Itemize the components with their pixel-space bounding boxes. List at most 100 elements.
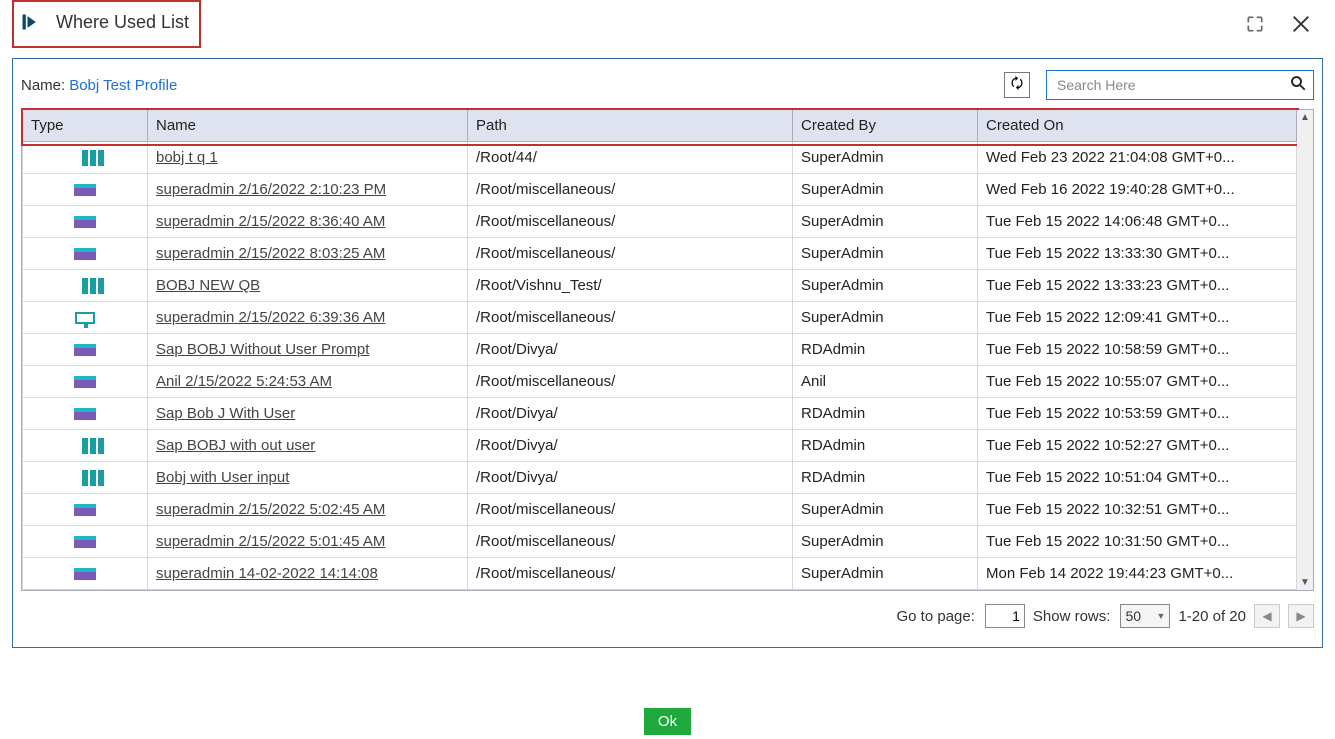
- type-icon: [74, 376, 96, 388]
- row-name-link[interactable]: Anil 2/15/2022 5:24:53 AM: [156, 373, 332, 390]
- col-created-by[interactable]: Created By: [793, 110, 978, 142]
- type-icon: [74, 568, 96, 580]
- goto-label: Go to page:: [897, 608, 975, 625]
- type-cell: [23, 142, 148, 174]
- showrows-label: Show rows:: [1033, 608, 1111, 625]
- type-cell: [23, 174, 148, 206]
- createdon-cell: Tue Feb 15 2022 10:55:07 GMT+0...: [978, 366, 1297, 398]
- refresh-button[interactable]: 🗘: [1004, 72, 1030, 98]
- table-row[interactable]: superadmin 2/15/2022 5:02:45 AM/Root/mis…: [23, 494, 1297, 526]
- type-cell: [23, 430, 148, 462]
- createdby-cell: SuperAdmin: [793, 494, 978, 526]
- path-cell: /Root/miscellaneous/: [468, 526, 793, 558]
- page-input[interactable]: [985, 604, 1025, 628]
- row-name-link[interactable]: Bobj with User input: [156, 469, 289, 486]
- maximize-button[interactable]: [1243, 12, 1267, 36]
- type-cell: [23, 398, 148, 430]
- scroll-up-icon[interactable]: ▲: [1300, 112, 1310, 123]
- col-type[interactable]: Type: [23, 110, 148, 142]
- next-page-button[interactable]: ▶: [1288, 604, 1314, 628]
- path-cell: /Root/Divya/: [468, 334, 793, 366]
- path-cell: /Root/Divya/: [468, 398, 793, 430]
- row-name-link[interactable]: Sap BOBJ Without User Prompt: [156, 341, 369, 358]
- table-row[interactable]: superadmin 2/15/2022 8:36:40 AM/Root/mis…: [23, 206, 1297, 238]
- prev-page-button[interactable]: ◀: [1254, 604, 1280, 628]
- createdon-cell: Tue Feb 15 2022 10:31:50 GMT+0...: [978, 526, 1297, 558]
- type-icon: [82, 278, 88, 294]
- createdon-cell: Tue Feb 15 2022 10:52:27 GMT+0...: [978, 430, 1297, 462]
- row-name-link[interactable]: bobj t q 1: [156, 149, 218, 166]
- body: Name: Bobj Test Profile 🗘 ▲ ▼: [12, 58, 1323, 648]
- name-cell: superadmin 2/15/2022 8:03:25 AM: [148, 238, 468, 270]
- col-created-on[interactable]: Created On: [978, 110, 1297, 142]
- path-cell: /Root/Divya/: [468, 430, 793, 462]
- type-cell: [23, 366, 148, 398]
- window-title: Where Used List: [56, 12, 189, 33]
- scrollbar[interactable]: ▲ ▼: [1297, 110, 1313, 590]
- table-row[interactable]: superadmin 2/15/2022 5:01:45 AM/Root/mis…: [23, 526, 1297, 558]
- path-cell: /Root/Divya/: [468, 462, 793, 494]
- row-name-link[interactable]: superadmin 2/15/2022 8:03:25 AM: [156, 245, 385, 262]
- row-name-link[interactable]: superadmin 14-02-2022 14:14:08: [156, 565, 378, 582]
- row-name-link[interactable]: superadmin 2/15/2022 5:02:45 AM: [156, 501, 385, 518]
- type-cell: [23, 238, 148, 270]
- search-icon[interactable]: [1289, 74, 1307, 97]
- table-row[interactable]: Sap Bob J With User/Root/Divya/RDAdminTu…: [23, 398, 1297, 430]
- path-cell: /Root/miscellaneous/: [468, 302, 793, 334]
- table: ▲ ▼ Type Name Path Created By Created On: [21, 109, 1314, 591]
- table-row[interactable]: superadmin 2/15/2022 6:39:36 AM/Root/mis…: [23, 302, 1297, 334]
- createdby-cell: SuperAdmin: [793, 526, 978, 558]
- createdby-cell: RDAdmin: [793, 398, 978, 430]
- profile-name[interactable]: Bobj Test Profile: [69, 77, 177, 94]
- type-cell: [23, 302, 148, 334]
- createdon-cell: Tue Feb 15 2022 14:06:48 GMT+0...: [978, 206, 1297, 238]
- createdby-cell: SuperAdmin: [793, 302, 978, 334]
- rows-value: 50: [1125, 608, 1141, 624]
- row-name-link[interactable]: superadmin 2/15/2022 8:36:40 AM: [156, 213, 385, 230]
- close-button[interactable]: [1289, 12, 1313, 36]
- scroll-down-icon[interactable]: ▼: [1300, 577, 1310, 588]
- row-name-link[interactable]: superadmin 2/15/2022 6:39:36 AM: [156, 309, 385, 326]
- row-name-link[interactable]: Sap Bob J With User: [156, 405, 295, 422]
- createdon-cell: Wed Feb 23 2022 21:04:08 GMT+0...: [978, 142, 1297, 174]
- titlebar: Where Used List: [0, 0, 1335, 48]
- row-name-link[interactable]: Sap BOBJ with out user: [156, 437, 315, 454]
- name-cell: Sap Bob J With User: [148, 398, 468, 430]
- window-controls: [1243, 12, 1323, 36]
- path-cell: /Root/miscellaneous/: [468, 238, 793, 270]
- type-icon: [74, 408, 96, 420]
- search-box[interactable]: [1046, 70, 1314, 100]
- search-input[interactable]: [1057, 77, 1289, 93]
- table-row[interactable]: Anil 2/15/2022 5:24:53 AM/Root/miscellan…: [23, 366, 1297, 398]
- row-name-link[interactable]: superadmin 2/16/2022 2:10:23 PM: [156, 181, 386, 198]
- row-name-link[interactable]: BOBJ NEW QB: [156, 277, 260, 294]
- table-row[interactable]: Sap BOBJ Without User Prompt/Root/Divya/…: [23, 334, 1297, 366]
- table-row[interactable]: superadmin 2/15/2022 8:03:25 AM/Root/mis…: [23, 238, 1297, 270]
- path-cell: /Root/miscellaneous/: [468, 558, 793, 590]
- toolbar: Name: Bobj Test Profile 🗘: [21, 67, 1314, 103]
- name-cell: Sap BOBJ Without User Prompt: [148, 334, 468, 366]
- table-row[interactable]: Sap BOBJ with out user/Root/Divya/RDAdmi…: [23, 430, 1297, 462]
- table-row[interactable]: Bobj with User input/Root/Divya/RDAdminT…: [23, 462, 1297, 494]
- createdon-cell: Tue Feb 15 2022 10:58:59 GMT+0...: [978, 334, 1297, 366]
- type-icon: [74, 184, 96, 196]
- createdon-cell: Tue Feb 15 2022 12:09:41 GMT+0...: [978, 302, 1297, 334]
- name-label: Name:: [21, 77, 65, 94]
- table-row[interactable]: bobj t q 1/Root/44/SuperAdminWed Feb 23 …: [23, 142, 1297, 174]
- col-path[interactable]: Path: [468, 110, 793, 142]
- ok-button[interactable]: Ok: [644, 708, 691, 735]
- type-cell: [23, 462, 148, 494]
- table-row[interactable]: superadmin 2/16/2022 2:10:23 PM/Root/mis…: [23, 174, 1297, 206]
- table-row[interactable]: superadmin 14-02-2022 14:14:08/Root/misc…: [23, 558, 1297, 590]
- rows-select[interactable]: 50 ▼: [1120, 604, 1170, 628]
- path-cell: /Root/miscellaneous/: [468, 494, 793, 526]
- createdby-cell: SuperAdmin: [793, 174, 978, 206]
- title-group: Where Used List: [12, 0, 201, 48]
- type-cell: [23, 334, 148, 366]
- row-name-link[interactable]: superadmin 2/15/2022 5:01:45 AM: [156, 533, 385, 550]
- name-cell: bobj t q 1: [148, 142, 468, 174]
- table-row[interactable]: BOBJ NEW QB/Root/Vishnu_Test/SuperAdminT…: [23, 270, 1297, 302]
- createdby-cell: SuperAdmin: [793, 558, 978, 590]
- col-name[interactable]: Name: [148, 110, 468, 142]
- type-icon: [82, 150, 88, 166]
